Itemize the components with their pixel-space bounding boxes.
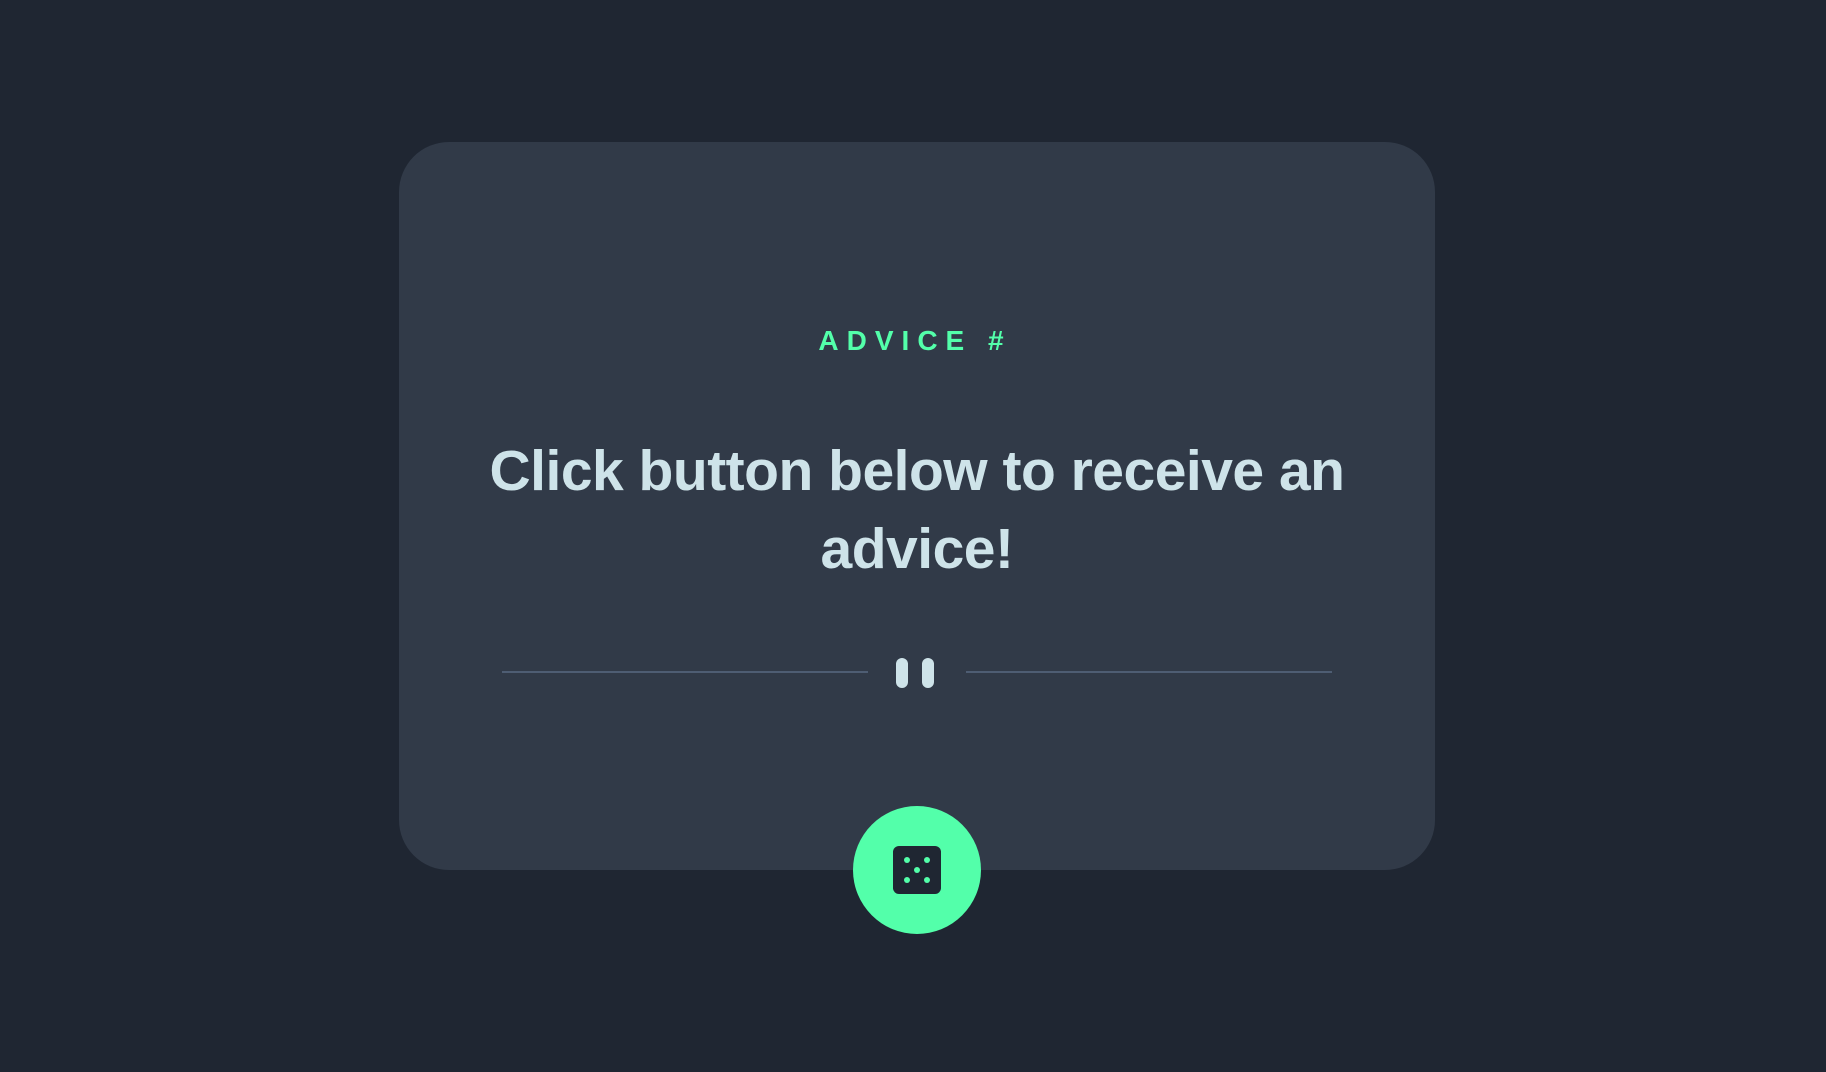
page: ADVICE # Click button below to receive a… xyxy=(0,0,1826,1072)
pause-bar-left xyxy=(896,658,908,688)
pause-icon xyxy=(896,654,938,690)
advice-label: ADVICE # xyxy=(818,325,1012,356)
advice-id-heading: ADVICE # xyxy=(399,325,1435,357)
new-advice-button[interactable] xyxy=(853,806,981,934)
pause-bar-right xyxy=(922,658,934,688)
advice-quote: Click button below to receive an advice! xyxy=(489,439,1345,581)
dice-icon xyxy=(893,846,941,894)
divider-line-left xyxy=(502,671,868,673)
advice-card: ADVICE # Click button below to receive a… xyxy=(399,142,1435,870)
divider-line-right xyxy=(966,671,1332,673)
divider xyxy=(502,654,1332,690)
